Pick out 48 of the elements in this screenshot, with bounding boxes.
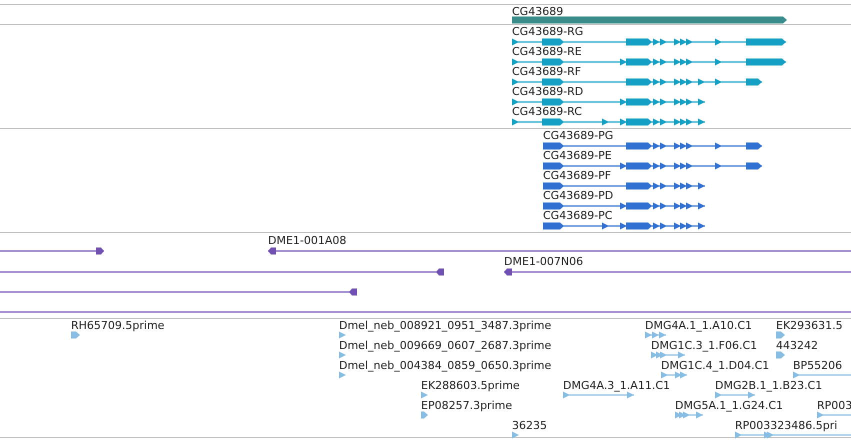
feature-label: BP55206 bbox=[793, 360, 842, 372]
est-drawing bbox=[776, 351, 785, 359]
feature-label: RH65709.5prime bbox=[71, 320, 164, 332]
est-drawing bbox=[661, 371, 687, 379]
est-drawing bbox=[421, 411, 428, 419]
feature-label: Dmel_neb_008921_0951_3487.3prime bbox=[339, 320, 552, 332]
feature-label: CG43689-PD bbox=[543, 190, 614, 202]
feature-label: DMG1C.3_1.F06.C1 bbox=[651, 340, 758, 352]
feature-label: EP08257.3prime bbox=[421, 400, 512, 412]
est-drawing bbox=[817, 411, 851, 419]
feature-label: CG43689-RC bbox=[512, 106, 582, 118]
est-drawing bbox=[512, 431, 519, 439]
est-drawing bbox=[71, 331, 80, 339]
feature-label: DMG4A.3_1.A11.C1 bbox=[563, 380, 670, 392]
est-drawing bbox=[675, 411, 703, 419]
feature-label: DME1-007N06 bbox=[504, 256, 584, 268]
feature-label: CG43689-RG bbox=[512, 26, 584, 38]
feature-label: RP003 bbox=[817, 400, 851, 412]
feature-label: 36235 bbox=[512, 420, 547, 432]
feature-label: CG43689-PE bbox=[543, 150, 612, 162]
feature-label: DMG2B.1_1.B23.C1 bbox=[715, 380, 822, 392]
feature-label: DMG1C.4_1.D04.C1 bbox=[661, 360, 770, 372]
feature-label: RP003323486.5pri bbox=[735, 420, 838, 432]
est-drawing bbox=[651, 351, 685, 359]
est-drawing bbox=[563, 391, 634, 399]
feature-label: CG43689-PF bbox=[543, 170, 612, 182]
est-drawing bbox=[339, 371, 346, 379]
est-drawing bbox=[776, 331, 785, 339]
feature-label: CG43689-RD bbox=[512, 86, 584, 98]
est-drawing bbox=[339, 331, 346, 339]
feature-label: 443242 bbox=[776, 340, 818, 352]
feature-label: DME1-001A08 bbox=[268, 235, 346, 247]
est-drawing bbox=[645, 331, 666, 339]
feature-label: EK288603.5prime bbox=[421, 380, 520, 392]
est-drawing bbox=[793, 371, 851, 379]
feature-label: DMG4A.1_1.A10.C1 bbox=[645, 320, 752, 332]
est-drawing bbox=[421, 391, 428, 399]
feature-label: CG43689-PG bbox=[543, 130, 614, 142]
feature-label: EK293631.5 bbox=[776, 320, 843, 332]
feature-label: CG43689-PC bbox=[543, 210, 612, 222]
est-drawing bbox=[339, 351, 346, 359]
feature-label: Dmel_neb_009669_0607_2687.3prime bbox=[339, 340, 552, 352]
feature-label: CG43689-RE bbox=[512, 46, 582, 58]
feature-label: Dmel_neb_004384_0859_0650.3prime bbox=[339, 360, 552, 372]
feature-label: CG43689-RF bbox=[512, 66, 582, 78]
feature-label: DMG5A.1_1.G24.C1 bbox=[675, 400, 784, 412]
feature-label: CG43689 bbox=[512, 6, 564, 18]
est-drawing bbox=[715, 391, 755, 399]
